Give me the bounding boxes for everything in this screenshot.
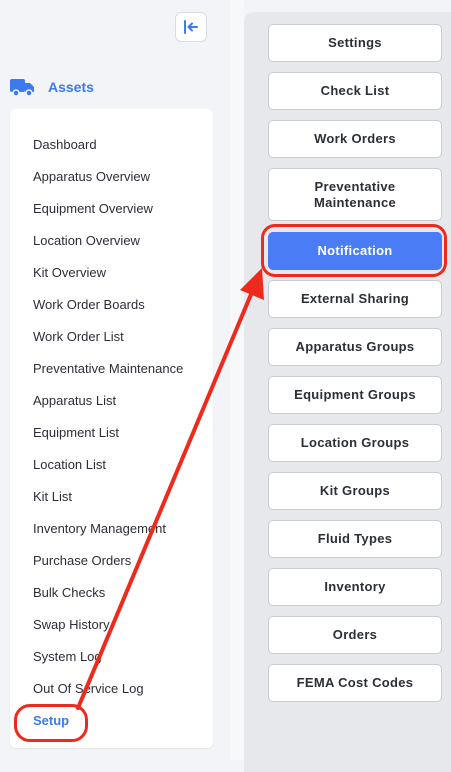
location-groups-button[interactable]: Location Groups [268, 424, 442, 462]
sidebar-item-preventative-maintenance[interactable]: Preventative Maintenance [10, 353, 213, 385]
preventative-maintenance-button[interactable]: Preventative Maintenance [268, 168, 442, 221]
apparatus-groups-button[interactable]: Apparatus Groups [268, 328, 442, 366]
sidebar-item-location-overview[interactable]: Location Overview [10, 225, 213, 257]
assets-menu-list: Dashboard Apparatus Overview Equipment O… [10, 129, 213, 737]
kit-groups-button[interactable]: Kit Groups [268, 472, 442, 510]
equipment-groups-button[interactable]: Equipment Groups [268, 376, 442, 414]
assets-section-header[interactable]: Assets [10, 74, 94, 100]
inventory-button[interactable]: Inventory [268, 568, 442, 606]
fluid-types-button[interactable]: Fluid Types [268, 520, 442, 558]
sidebar-item-work-order-list[interactable]: Work Order List [10, 321, 213, 353]
assets-menu-card: Dashboard Apparatus Overview Equipment O… [10, 109, 213, 748]
sidebar-item-apparatus-list[interactable]: Apparatus List [10, 385, 213, 417]
sidebar-item-bulk-checks[interactable]: Bulk Checks [10, 577, 213, 609]
sidebar-item-swap-history[interactable]: Swap History [10, 609, 213, 641]
notification-button[interactable]: Notification [268, 232, 442, 270]
external-sharing-button[interactable]: External Sharing [268, 280, 442, 318]
sidebar-item-equipment-list[interactable]: Equipment List [10, 417, 213, 449]
orders-button[interactable]: Orders [268, 616, 442, 654]
collapse-sidebar-button[interactable] [175, 12, 207, 42]
collapse-left-icon [184, 20, 198, 34]
assets-section-title: Assets [48, 79, 94, 95]
sidebar-item-work-order-boards[interactable]: Work Order Boards [10, 289, 213, 321]
sidebar-item-kit-list[interactable]: Kit List [10, 481, 213, 513]
work-orders-button[interactable]: Work Orders [268, 120, 442, 158]
truck-icon [10, 79, 34, 97]
fema-cost-codes-button[interactable]: FEMA Cost Codes [268, 664, 442, 702]
settings-button[interactable]: Settings [268, 24, 442, 62]
sidebar-item-system-log[interactable]: System Log [10, 641, 213, 673]
sidebar: Assets Dashboard Apparatus Overview Equi… [0, 0, 230, 760]
panel-divider [230, 0, 244, 760]
sidebar-item-equipment-overview[interactable]: Equipment Overview [10, 193, 213, 225]
sidebar-item-apparatus-overview[interactable]: Apparatus Overview [10, 161, 213, 193]
check-list-button[interactable]: Check List [268, 72, 442, 110]
sidebar-item-setup[interactable]: Setup [10, 705, 213, 737]
sidebar-item-out-of-service-log[interactable]: Out Of Service Log [10, 673, 213, 705]
sidebar-item-kit-overview[interactable]: Kit Overview [10, 257, 213, 289]
sidebar-item-location-list[interactable]: Location List [10, 449, 213, 481]
sidebar-item-inventory-management[interactable]: Inventory Management [10, 513, 213, 545]
sidebar-item-dashboard[interactable]: Dashboard [10, 129, 213, 161]
sidebar-item-purchase-orders[interactable]: Purchase Orders [10, 545, 213, 577]
